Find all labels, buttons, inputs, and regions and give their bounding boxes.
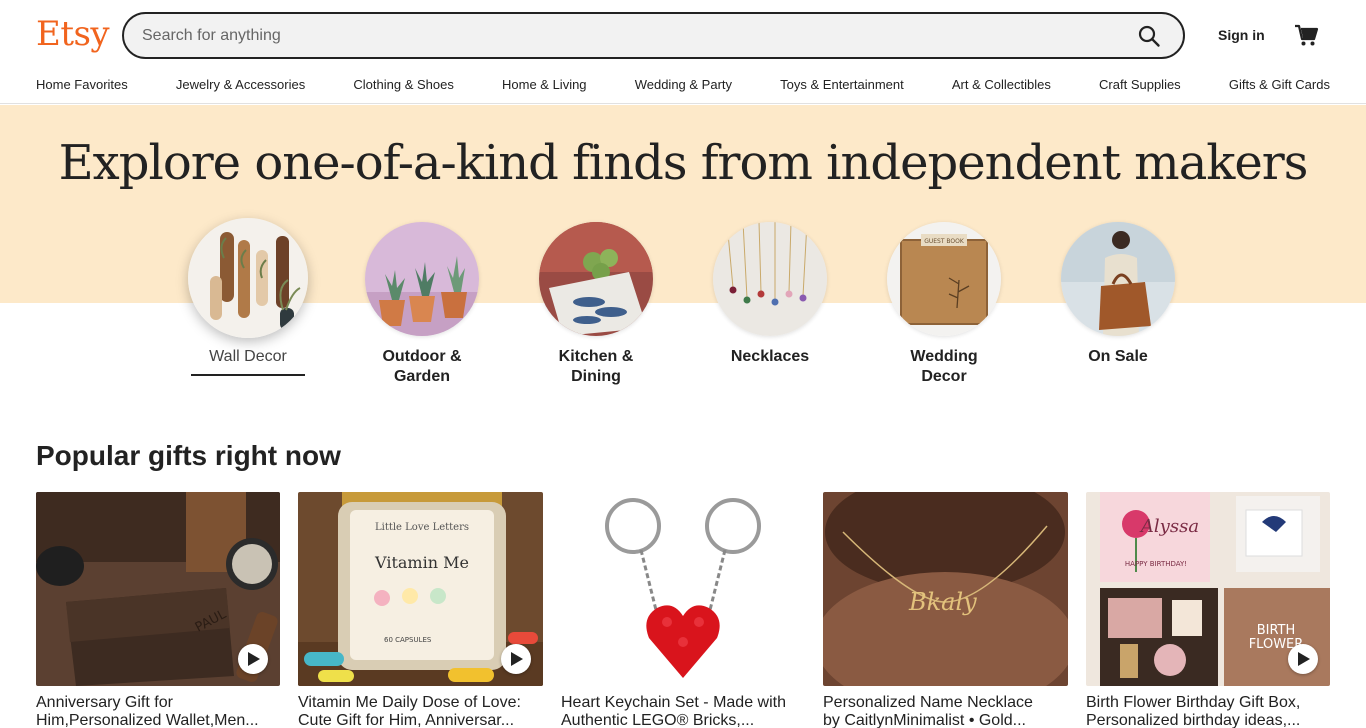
product-title[interactable]: Vitamin Me Daily Dose of Love: Cute Gift… [298,694,543,728]
hero-title: Explore one-of-a-kind finds from indepen… [58,135,1309,191]
play-icon [511,652,523,666]
category-label-on-sale[interactable]: On Sale [1038,347,1198,367]
product-image-name-necklace[interactable]: Bkaly [823,492,1068,686]
nav-home-living[interactable]: Home & Living [502,77,587,95]
sign-in-link[interactable]: Sign in [1218,27,1265,43]
giftbox-title-1: BIRTH [1257,623,1296,638]
nav-gifts-gift-cards[interactable]: Gifts & Gift Cards [1229,77,1330,95]
search-bar[interactable] [122,12,1185,59]
cart-icon[interactable] [1293,22,1319,48]
category-label-outdoor-garden[interactable]: Outdoor & Garden [342,347,502,387]
nav-wedding-party[interactable]: Wedding & Party [635,77,732,95]
nav-craft-supplies[interactable]: Craft Supplies [1099,77,1181,95]
category-image-necklaces[interactable] [713,222,827,336]
nav-toys-entertainment[interactable]: Toys & Entertainment [780,77,904,95]
play-video-button[interactable] [238,644,268,674]
category-label-wedding-decor[interactable]: Wedding Decor [864,347,1024,387]
active-category-underline [191,374,305,376]
play-video-button[interactable] [1288,644,1318,674]
product-title[interactable]: Anniversary Gift for Him,Personalized Wa… [36,694,280,728]
category-label-necklaces[interactable]: Necklaces [690,347,850,367]
category-image-outdoor-garden[interactable] [365,222,479,336]
play-video-button[interactable] [501,644,531,674]
site-header: Etsy Sign in Home Favorites Jewelry & Ac… [0,0,1366,104]
play-icon [1298,652,1310,666]
product-image-vitamin-jar[interactable]: Little Love Letters Vitamin Me 60 CAPSUL… [298,492,543,686]
search-input[interactable] [142,14,1122,57]
product-title[interactable]: Personalized Name Necklace by CaitlynMin… [823,694,1068,728]
category-image-on-sale[interactable] [1061,222,1175,336]
giftbox-name: Alyssa [1139,516,1199,537]
guest-book-label: GUEST BOOK [924,238,965,245]
category-nav: Home Favorites Jewelry & Accessories Clo… [36,77,1330,95]
product-image-wallet[interactable]: PAUL [36,492,280,686]
nav-home-favorites[interactable]: Home Favorites [36,77,128,95]
giftbox-greeting: HAPPY BIRTHDAY! [1125,560,1187,568]
category-image-kitchen-dining[interactable] [539,222,653,336]
nav-art-collectibles[interactable]: Art & Collectibles [952,77,1051,95]
popular-gifts-heading: Popular gifts right now [36,440,341,471]
category-label-wall-decor[interactable]: Wall Decor [188,347,308,367]
product-title[interactable]: Heart Keychain Set - Made with Authentic… [561,694,805,728]
product-image-birth-flower-box[interactable]: Alyssa HAPPY BIRTHDAY! BIRTH FLOWER [1086,492,1330,686]
jar-label-title: Vitamin Me [374,553,469,572]
nav-clothing-shoes[interactable]: Clothing & Shoes [353,77,453,95]
jar-label-bottom: 60 CAPSULES [384,636,432,644]
nav-jewelry-accessories[interactable]: Jewelry & Accessories [176,77,305,95]
product-image-heart-keychain[interactable] [561,492,805,686]
category-image-wedding-decor[interactable]: GUEST BOOK [887,222,1001,336]
etsy-logo[interactable]: Etsy [36,14,110,54]
play-icon [248,652,260,666]
necklace-name: Bkaly [908,588,977,616]
category-image-wall-decor[interactable] [188,218,308,338]
jar-label-top: Little Love Letters [375,522,469,533]
product-title[interactable]: Birth Flower Birthday Gift Box, Personal… [1086,694,1330,728]
category-label-kitchen-dining[interactable]: Kitchen & Dining [516,347,676,387]
search-icon[interactable] [1137,24,1161,48]
